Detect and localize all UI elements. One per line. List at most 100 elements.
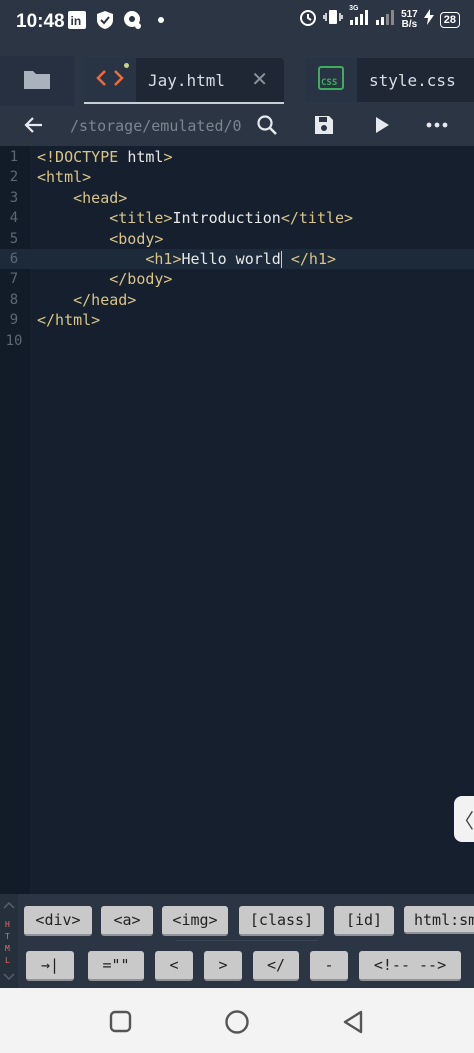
text-token: Hello world [181,250,281,268]
file-path: /storage/emulated/0 [70,117,242,135]
symbol-close-tag[interactable]: </ [253,951,299,981]
signal-icon [375,8,395,31]
html-tag-token: <!DOCTYPE [37,148,128,166]
symbol-html-snippet[interactable]: html:sm [404,906,474,934]
code-text: <h1>Hello world </h1> [37,249,336,269]
code-text: <html> [37,167,91,187]
code-text: </body> [37,269,172,289]
lang-letter: M [5,944,10,953]
line-number: 4 [9,210,19,227]
code-text: <body> [37,229,163,249]
close-tab-button[interactable]: ✕ [251,67,268,91]
lang-letter: H [5,920,10,929]
html-tag-token: </body> [109,270,173,289]
symbol-comment[interactable]: <!-- --> [359,951,461,981]
tab-jay-html[interactable]: Jay.html ✕ [84,58,284,104]
lang-letter: T [5,932,10,941]
code-line[interactable]: 2 <html> [0,167,474,187]
tab-label: Jay.html [148,70,226,90]
symbol-attr-equals[interactable]: ="" [88,951,144,981]
run-play-icon[interactable] [372,114,392,140]
tab-label: style.css [369,70,456,90]
code-line[interactable]: 4 <title>Introduction</title> [0,208,474,228]
code-text: <head> [37,188,127,208]
html-tag-token: > [163,148,173,166]
toolbar: /storage/emulated/0 [0,106,474,146]
search-icon[interactable] [256,114,278,140]
home-icon[interactable] [224,1009,250,1039]
html-code-icon [95,68,125,92]
line-number: 9 [9,312,19,329]
back-nav-icon[interactable] [341,1009,365,1039]
code-line[interactable]: 3 <head> [0,188,474,208]
css-icon: CSS [317,65,345,95]
shield-check-icon [95,10,115,30]
symbol-class[interactable]: [class] [239,906,324,936]
line-number: 1 [9,149,19,165]
more-options-icon[interactable] [426,114,448,140]
html-tag-token: </title> [280,209,354,228]
html-tag-token: <title> [109,209,173,228]
symbol-div[interactable]: <div> [24,906,92,936]
code-line[interactable]: 1 <!DOCTYPE html> [0,147,474,167]
html-tag-token: </head> [73,290,137,309]
symbol-bar: H T M L <div> <a> <img> [class] [id] htm… [0,894,474,988]
status-bar: 10:48 in 3G 517 B/s 28 [0,0,474,44]
svg-text:CSS: CSS [321,78,337,88]
code-text: <!DOCTYPE html> [37,147,172,167]
symbol-tab[interactable]: →| [26,951,74,981]
tab-style-css[interactable]: CSS style.css [305,58,474,102]
symbol-a[interactable]: <a> [101,906,153,936]
file-explorer-button[interactable] [0,56,74,106]
linkedin-icon: in [67,10,87,30]
row-divider [176,940,318,941]
line-number: 2 [9,169,19,186]
code-line[interactable]: 8 </head> [0,290,474,310]
text-token: Introduction [172,209,281,228]
network-speed: 517 B/s [401,8,418,30]
language-strip[interactable]: H T M L [0,894,18,988]
code-line[interactable]: 7 </body> [0,269,474,289]
line-number: 10 [5,332,23,349]
symbol-less-than[interactable]: < [155,951,193,981]
tabs-row: Jay.html ✕ CSS style.css [0,44,474,106]
back-arrow-icon[interactable] [22,114,44,140]
notification-dot-icon [151,10,171,30]
html-tag-token: <h1> [145,250,182,268]
html-tag-token: </html> [37,311,101,330]
code-line[interactable]: 5 <body> [0,229,474,249]
line-number: 8 [9,291,19,308]
symbol-dash[interactable]: - [310,951,348,981]
side-panel-handle[interactable]: 〈 [454,796,474,842]
symbol-greater-than[interactable]: > [204,951,242,981]
html-tag-token: <head> [73,188,128,207]
code-line[interactable]: 10 [0,331,474,351]
html-tag-token: </h1> [290,250,337,268]
save-icon[interactable] [313,114,335,140]
code-text: </html> [37,310,100,330]
folder-icon [23,68,51,94]
system-navigation-bar [0,988,474,1053]
code-text: </head> [37,290,136,310]
code-text: <title>Introduction</title> [37,208,353,228]
clock: 10:48 [16,11,65,32]
recent-apps-icon[interactable] [109,1010,133,1038]
symbol-id[interactable]: [id] [334,906,394,936]
code-line[interactable]: 9 </html> [0,310,474,330]
battery-level: 28 [439,11,460,28]
line-number: 3 [9,189,19,206]
line-number: 7 [9,271,19,288]
html-tag-token: <html> [37,168,92,187]
code-editor[interactable]: 1 <!DOCTYPE html> 2 <html> 3 <head> 4 <title>… [0,146,474,894]
symbol-img[interactable]: <img> [162,906,228,936]
code-line[interactable]: 6 <h1>Hello world </h1> [0,249,474,269]
vibrate-icon [323,8,343,31]
line-number: 6 [9,251,19,267]
text-token: html [127,148,164,166]
line-number: 5 [9,230,19,247]
